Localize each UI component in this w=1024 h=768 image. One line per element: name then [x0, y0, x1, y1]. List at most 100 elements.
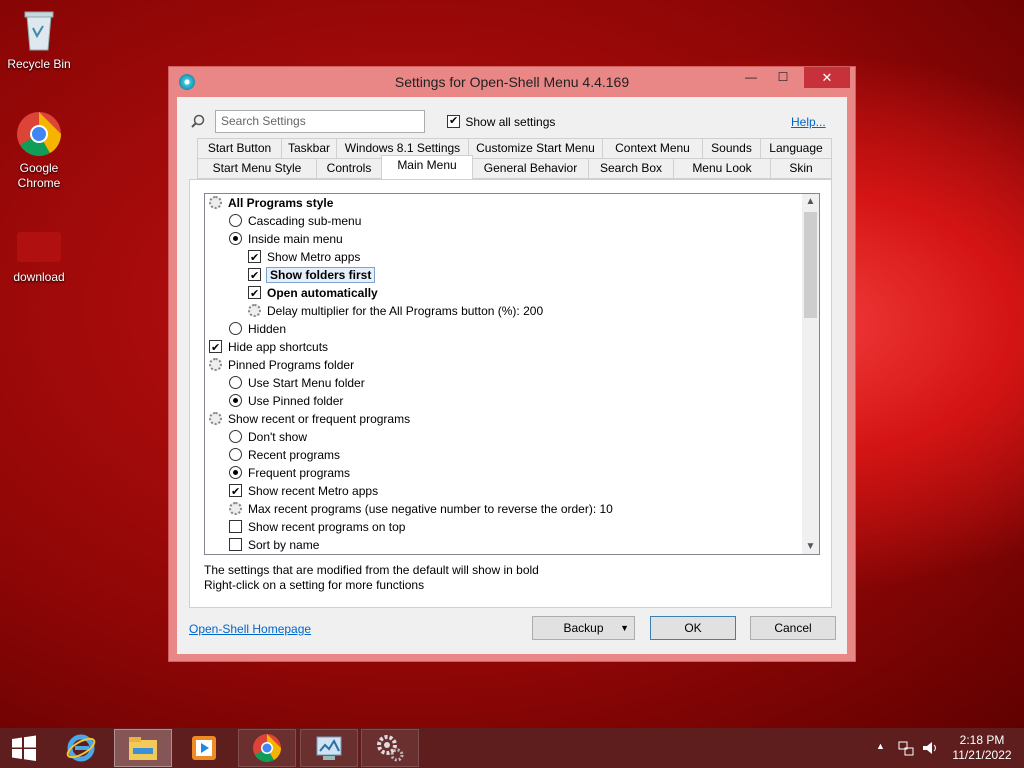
setting-max-recent-programs[interactable]: Max recent programs (use negative number…: [229, 500, 613, 518]
radio-button[interactable]: [229, 232, 242, 245]
tab-taskbar[interactable]: Taskbar: [281, 138, 337, 159]
taskbar-file-explorer[interactable]: [114, 729, 172, 767]
radio-button[interactable]: [229, 448, 242, 461]
clock-time: 2:18 PM: [959, 733, 1005, 747]
radio-button[interactable]: [229, 466, 242, 479]
setting-delay-multiplier[interactable]: Delay multiplier for the All Programs bu…: [248, 302, 543, 320]
checkbox[interactable]: [248, 285, 261, 303]
tab-language[interactable]: Language: [760, 138, 832, 159]
setting-hide-app-shortcuts[interactable]: Hide app shortcuts: [209, 338, 328, 357]
homepage-link[interactable]: Open-Shell Homepage: [189, 622, 311, 636]
setting-show-recent-on-top[interactable]: Show recent programs on top: [229, 518, 405, 536]
setting-recent-programs[interactable]: Recent programs: [229, 446, 340, 464]
help-link[interactable]: Help...: [791, 115, 826, 129]
setting-open-automatically[interactable]: Open automatically: [248, 284, 378, 303]
setting-pinned-programs-folder[interactable]: Pinned Programs folder: [209, 356, 354, 374]
setting-show-metro-apps[interactable]: Show Metro apps: [248, 248, 360, 267]
setting-frequent-programs[interactable]: Frequent programs: [229, 464, 350, 482]
radio-button[interactable]: [229, 322, 242, 335]
radio-button[interactable]: [229, 394, 242, 407]
search-input[interactable]: Search Settings: [215, 110, 425, 133]
media-player-icon: [192, 736, 216, 760]
setting-show-folders-first[interactable]: Show folders first: [248, 266, 376, 285]
checkbox[interactable]: [229, 483, 242, 501]
dropdown-arrow-icon: ▼: [620, 623, 629, 633]
cancel-button[interactable]: Cancel: [750, 616, 836, 640]
title-bar[interactable]: Settings for Open-Shell Menu 4.4.169 — ☐…: [169, 67, 855, 97]
scrollbar-thumb[interactable]: [804, 212, 817, 318]
tab-customize-start-menu[interactable]: Customize Start Menu: [468, 138, 603, 159]
tab-start-button[interactable]: Start Button: [197, 138, 282, 159]
taskbar-control-panel[interactable]: [300, 729, 358, 767]
show-all-settings-label: Show all settings: [465, 115, 556, 129]
tab-skin[interactable]: Skin: [770, 158, 832, 179]
taskbar-chrome[interactable]: [238, 729, 296, 767]
setting-show-recent-or-frequent[interactable]: Show recent or frequent programs: [209, 410, 410, 428]
setting-gear-icon: [209, 358, 222, 371]
taskbar-internet-explorer[interactable]: [52, 729, 110, 767]
show-hidden-icons-button[interactable]: ▲: [876, 741, 885, 751]
internet-explorer-icon: [66, 734, 96, 762]
tab-main-menu[interactable]: Main Menu: [381, 155, 473, 179]
setting-all-programs-style[interactable]: All Programs style: [209, 194, 333, 212]
setting-inside-main-menu[interactable]: Inside main menu: [229, 230, 343, 248]
setting-use-pinned-folder[interactable]: Use Pinned folder: [229, 392, 343, 410]
file-explorer-icon: [129, 737, 157, 760]
settings-client-area: Search Settings Show all settings Help..…: [177, 97, 847, 654]
close-button[interactable]: ✕: [804, 67, 850, 88]
tab-general-behavior[interactable]: General Behavior: [472, 158, 589, 179]
taskbar-media-player[interactable]: [175, 729, 233, 767]
maximize-button[interactable]: ☐: [769, 67, 797, 88]
main-menu-panel: All Programs style Cascading sub-menu In…: [189, 179, 832, 608]
setting-use-start-menu-folder[interactable]: Use Start Menu folder: [229, 374, 365, 392]
backup-button[interactable]: Backup ▼: [532, 616, 635, 640]
settings-window: Settings for Open-Shell Menu 4.4.169 — ☐…: [168, 66, 856, 662]
chrome-icon: [253, 734, 281, 762]
tab-search-box[interactable]: Search Box: [588, 158, 674, 179]
checkbox[interactable]: [248, 267, 261, 285]
hint-text: The settings that are modified from the …: [204, 563, 539, 593]
tab-context-menu[interactable]: Context Menu: [602, 138, 703, 159]
tab-start-menu-style[interactable]: Start Menu Style: [197, 158, 317, 179]
minimize-button[interactable]: —: [737, 67, 765, 88]
checkbox[interactable]: [447, 114, 460, 128]
setting-show-recent-metro-apps[interactable]: Show recent Metro apps: [229, 482, 378, 501]
desktop-icon-chrome[interactable]: Google Chrome: [4, 110, 74, 191]
setting-hidden[interactable]: Hidden: [229, 320, 286, 338]
network-icon[interactable]: [898, 740, 914, 759]
vertical-scrollbar[interactable]: ▲ ▼: [802, 194, 819, 554]
show-all-settings-checkbox[interactable]: Show all settings: [447, 114, 556, 129]
checkbox[interactable]: [248, 249, 261, 267]
setting-gear-icon: [209, 196, 222, 209]
checkbox[interactable]: [209, 339, 222, 357]
radio-button[interactable]: [229, 430, 242, 443]
tab-menu-look[interactable]: Menu Look: [673, 158, 771, 179]
desktop-icon-recycle-bin[interactable]: Recycle Bin: [4, 6, 74, 72]
desktop-icon-download[interactable]: download: [4, 228, 74, 285]
start-button[interactable]: [0, 729, 48, 767]
control-panel-icon: [316, 736, 342, 760]
scroll-up-icon[interactable]: ▲: [802, 196, 819, 207]
setting-cascading-sub-menu[interactable]: Cascading sub-menu: [229, 212, 361, 230]
search-icon: [191, 114, 205, 131]
desktop-icon-label: Google Chrome: [17, 161, 61, 190]
radio-button[interactable]: [229, 214, 242, 227]
radio-button[interactable]: [229, 376, 242, 389]
settings-tree[interactable]: All Programs style Cascading sub-menu In…: [204, 193, 820, 555]
clock-date: 11/21/2022: [952, 748, 1012, 762]
setting-sort-by-name[interactable]: Sort by name: [229, 536, 319, 554]
hint-line-1: The settings that are modified from the …: [204, 563, 539, 577]
volume-icon[interactable]: [921, 740, 939, 759]
checkbox[interactable]: [229, 538, 242, 551]
system-clock[interactable]: 2:18 PM 11/21/2022: [944, 733, 1020, 763]
ok-button[interactable]: OK: [650, 616, 736, 640]
scroll-down-icon[interactable]: ▼: [802, 541, 819, 552]
desktop-icon-label: download: [13, 270, 65, 284]
tab-controls[interactable]: Controls: [316, 158, 382, 179]
chrome-icon: [15, 110, 63, 158]
setting-dont-show[interactable]: Don't show: [229, 428, 307, 446]
tab-sounds[interactable]: Sounds: [702, 138, 761, 159]
checkbox[interactable]: [229, 520, 242, 533]
taskbar-settings[interactable]: [361, 729, 419, 767]
desktop-icon-label: Recycle Bin: [7, 57, 71, 71]
